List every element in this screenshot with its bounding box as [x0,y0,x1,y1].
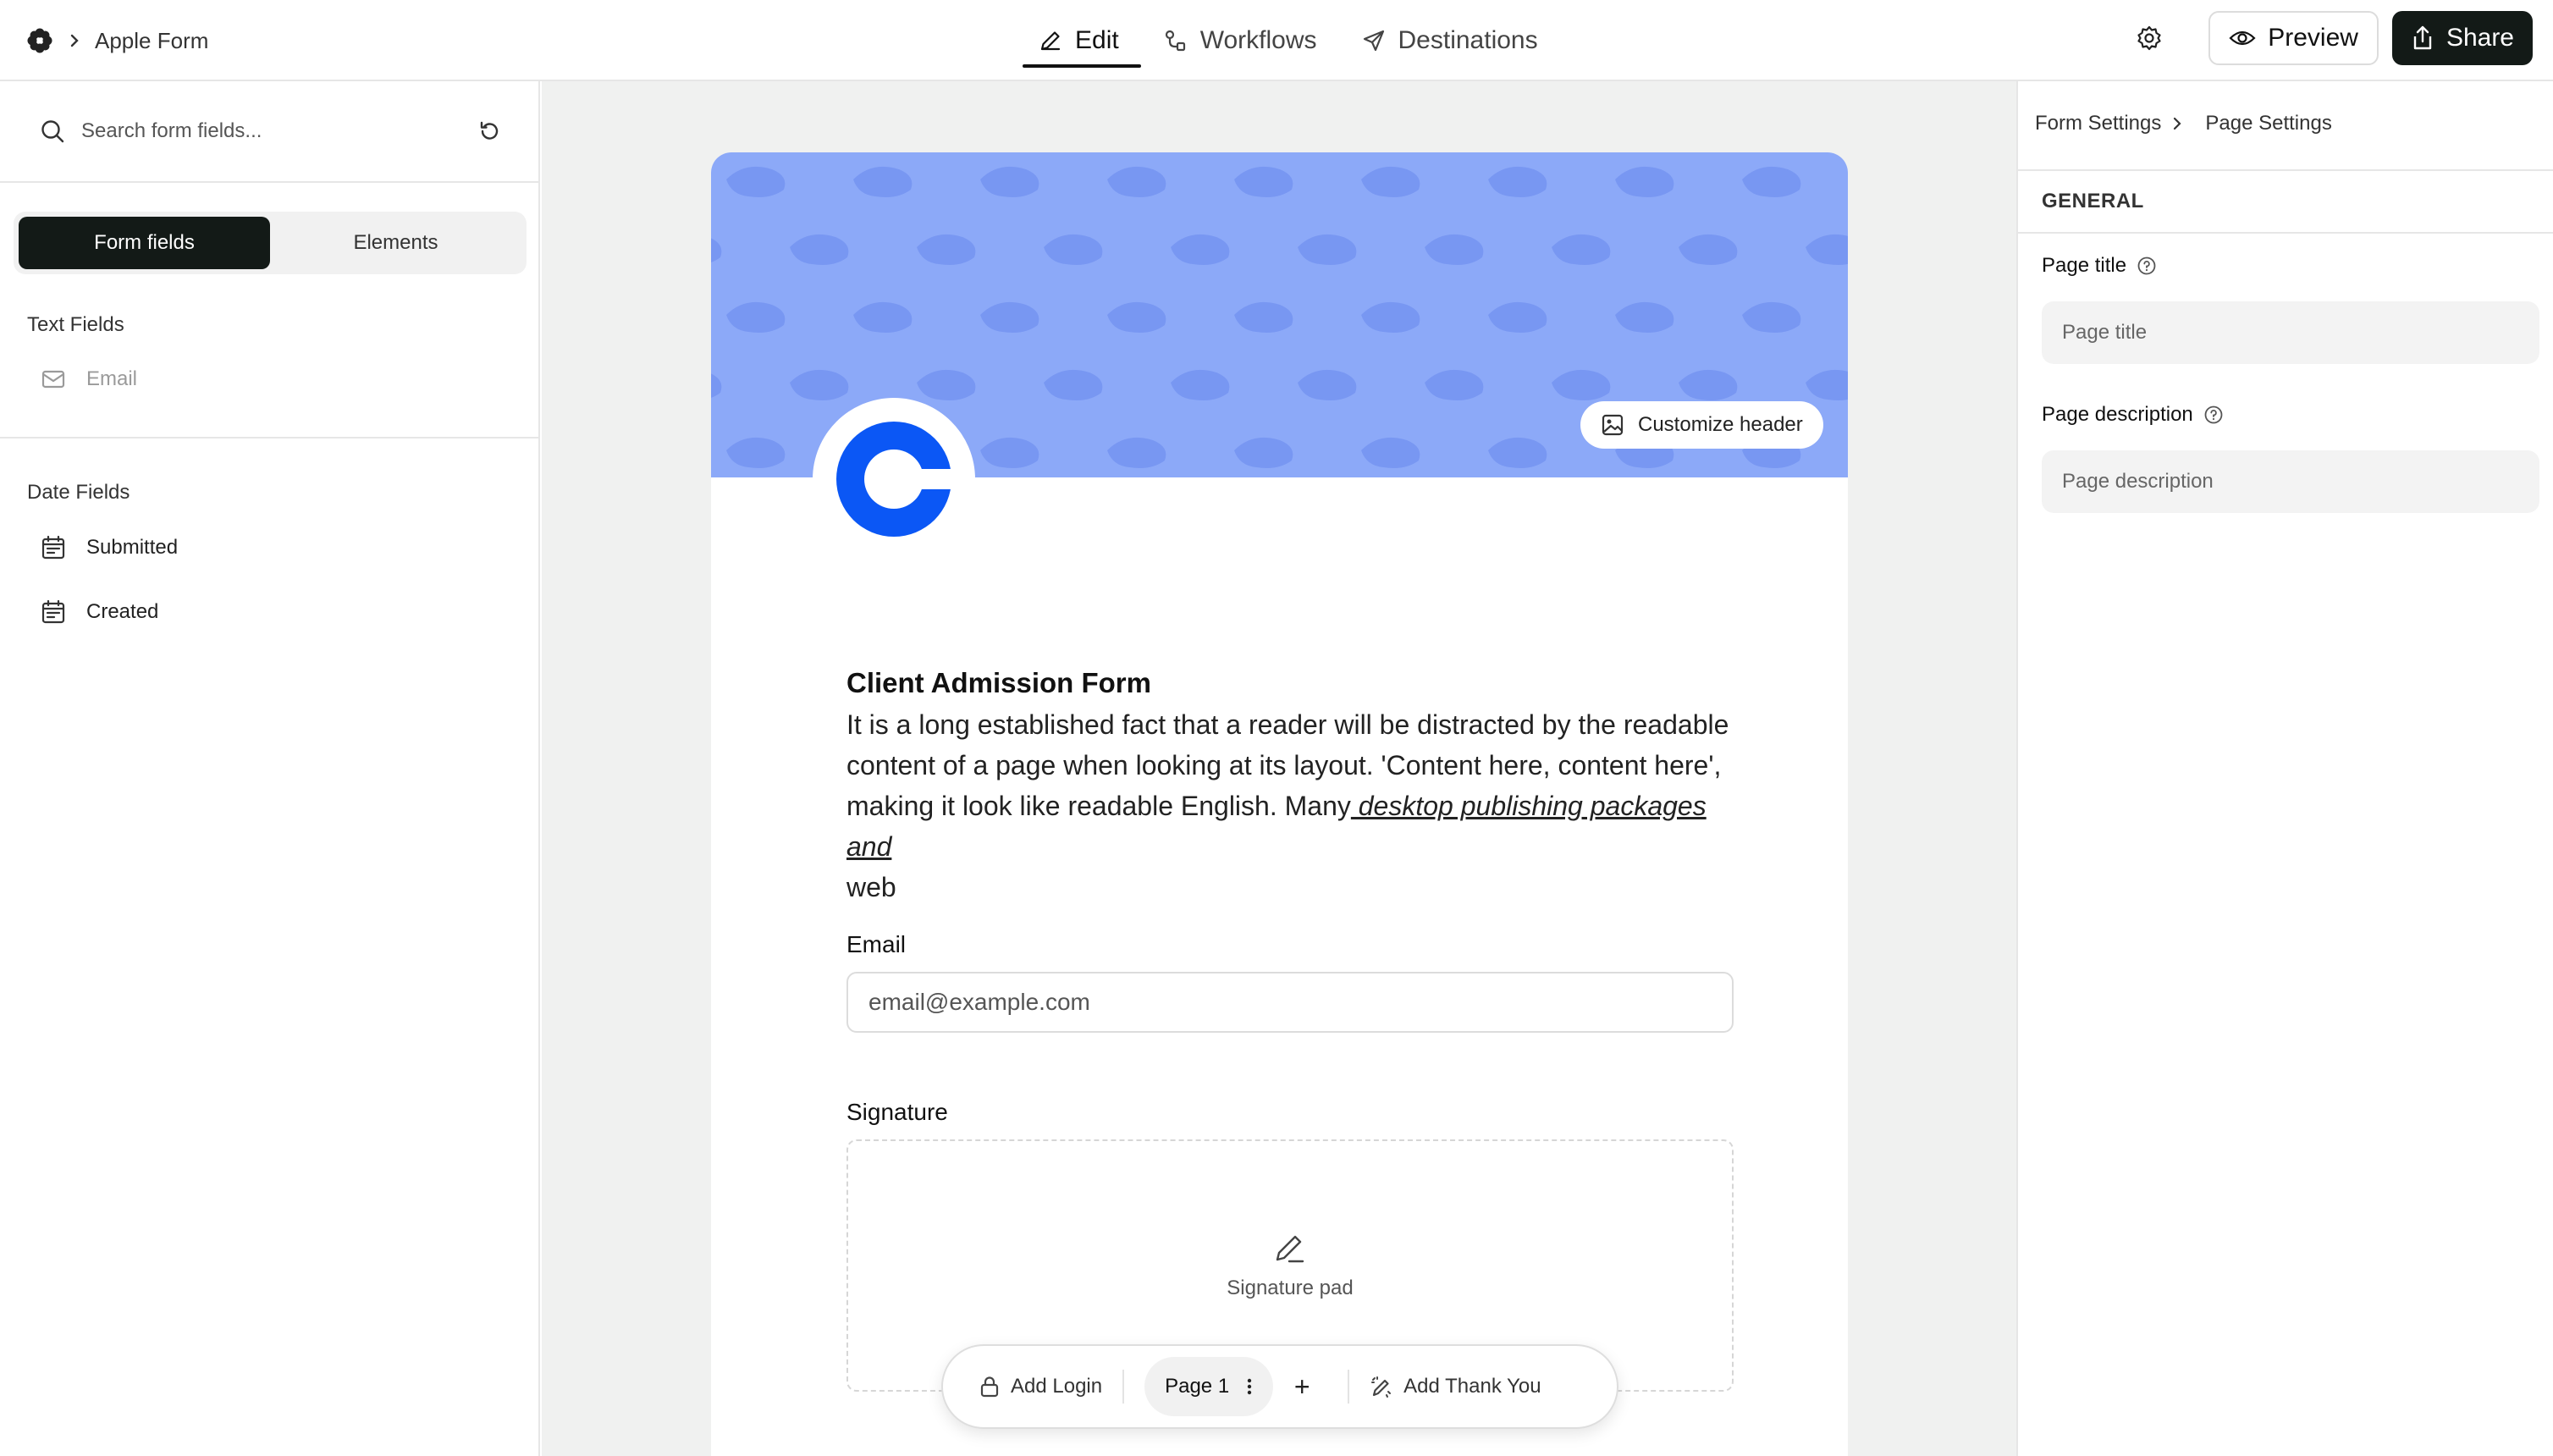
top-actions: Preview Share [2124,11,2533,65]
customize-header-button[interactable]: Customize header [1580,401,1823,449]
top-bar: Apple Form Edit Workflows Destinations P… [0,0,2553,81]
toggle-form-fields[interactable]: Form fields [19,217,270,269]
pen-icon [1272,1231,1308,1266]
sidebar-toggle: Form fields Elements [14,212,527,274]
right-settings-panel: Form Settings Page Settings GENERAL Page… [2016,81,2553,1456]
description-tail: web [846,872,896,902]
signature-pad-text: Signature pad [1227,1277,1354,1299]
page-navigation-bar: Add Login Page 1 + Add Thank You [941,1344,1618,1429]
search-icon [39,118,66,145]
crumb-form-settings[interactable]: Form Settings [2035,112,2161,135]
field-item-email[interactable]: Email [41,367,137,391]
divider [2018,169,2553,171]
page-title-label-text: Page title [2042,254,2127,277]
email-placeholder: email@example.com [868,989,1090,1015]
search-input[interactable]: Search form fields... [81,119,462,143]
email-label: Email [846,931,907,957]
divider [0,437,540,438]
breadcrumb: Apple Form [25,22,208,59]
preview-button[interactable]: Preview [2208,11,2379,65]
field-item-created[interactable]: Created [41,599,158,625]
page-title-input[interactable]: Page title [2042,301,2539,364]
left-sidebar: Search form fields... Form fields Elemen… [0,81,540,1456]
gear-icon [2136,25,2163,52]
date-fields-title: Date Fields [27,481,130,504]
field-item-label: Created [86,600,159,623]
brand-c-logo-icon [836,422,953,537]
chevron-right-icon [2171,116,2183,131]
form-canvas: Customize header Client Admission Form I… [542,81,2016,1456]
form-card: Customize header Client Admission Form I… [711,152,1848,1456]
page-description-label: Page description [2042,403,2224,427]
lock-icon [979,1375,1001,1398]
field-item-label: Submitted [86,536,179,559]
calendar-icon [41,535,66,560]
divider [1122,1370,1125,1404]
plus-icon: + [1293,1371,1310,1402]
add-thank-you-button[interactable]: Add Thank You [1370,1375,1541,1398]
pencil-icon [1038,28,1063,53]
section-general-title: GENERAL [2042,190,2144,212]
crumb-page-settings[interactable]: Page Settings [2205,112,2331,135]
sparkle-pen-icon [1370,1375,1393,1398]
field-item-label: Email [86,367,138,390]
field-search-bar: Search form fields... [0,81,538,183]
customize-header-label: Customize header [1638,413,1803,436]
flower-logo-icon[interactable] [25,26,54,55]
share-label: Share [2445,24,2514,52]
tab-edit-label: Edit [1075,26,1119,54]
field-item-submitted[interactable]: Submitted [41,535,178,560]
page-title-placeholder: Page title [2062,321,2148,344]
add-thank-you-label: Add Thank You [1403,1375,1541,1398]
tab-workflows[interactable]: Workflows [1141,0,1339,81]
reset-icon[interactable] [477,119,501,143]
add-login-label: Add Login [1011,1375,1103,1398]
settings-breadcrumb: Form Settings Page Settings [2035,112,2332,135]
page-description-label-text: Page description [2042,403,2193,426]
form-logo[interactable] [813,398,975,560]
add-login-button[interactable]: Add Login [979,1375,1102,1398]
tab-workflows-label: Workflows [1199,26,1317,54]
help-circle-icon[interactable] [2137,256,2157,276]
main-tabs: Edit Workflows Destinations [1016,0,1560,81]
chevron-right-icon [68,32,81,49]
mail-icon [41,368,66,390]
workflow-icon [1163,28,1188,53]
page-title-label: Page title [2042,254,2157,278]
eye-icon [2229,28,2256,48]
tab-edit[interactable]: Edit [1016,0,1141,81]
page-description-input[interactable]: Page description [2042,450,2539,513]
image-icon [1601,413,1624,437]
share-icon [2411,25,2434,52]
preview-label: Preview [2268,24,2358,52]
page-tab-1[interactable]: Page 1 [1144,1357,1274,1416]
breadcrumb-form-name[interactable]: Apple Form [95,28,208,54]
calendar-icon [41,599,66,625]
more-vertical-icon[interactable] [1246,1377,1253,1396]
email-field[interactable]: email@example.com [846,972,1734,1033]
divider [2018,232,2553,234]
send-icon [1361,28,1387,53]
tab-destinations[interactable]: Destinations [1339,0,1560,81]
help-circle-icon[interactable] [2203,405,2224,425]
signature-label: Signature [846,1099,948,1125]
share-button[interactable]: Share [2391,11,2533,65]
divider [1348,1370,1350,1404]
toggle-elements[interactable]: Elements [270,217,521,269]
page-description-placeholder: Page description [2062,470,2214,493]
settings-button[interactable] [2124,11,2175,65]
tab-destinations-label: Destinations [1398,26,1538,54]
text-fields-title: Text Fields [27,313,124,336]
form-title: Client Admission Form [846,667,1151,698]
add-page-button[interactable]: + [1285,1371,1319,1403]
form-description: It is a long established fact that a rea… [846,704,1744,907]
page-tab-label: Page 1 [1165,1375,1230,1398]
signature-pad-content: Signature pad [848,1231,1732,1300]
